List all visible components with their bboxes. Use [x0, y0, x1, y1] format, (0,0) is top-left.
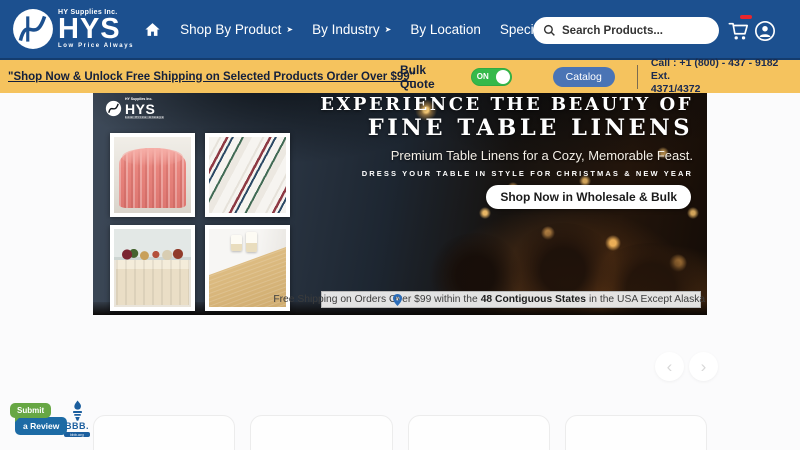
phone-number: Call : +1 (800) - 437 - 9182 Ext. 4371/4… [651, 57, 800, 96]
chevron-right-icon: ➤ [384, 24, 392, 34]
nav-label: By Industry [312, 21, 380, 37]
product-card-placeholder [564, 415, 707, 450]
search-bar[interactable] [533, 17, 719, 44]
hero-banner: HY Supplies Inc. HYS Low Price Always EX… [93, 93, 707, 315]
pink-tablecloth-image [119, 147, 186, 209]
bbb-torch-icon [72, 400, 82, 421]
search-icon [543, 24, 555, 36]
hero-copy: EXPERIENCE THE BEAUTY OF FINE TABLE LINE… [320, 94, 693, 178]
hero-title-line-2: FINE TABLE LINENS [367, 114, 693, 141]
cart-icon [728, 22, 749, 40]
hero-brand-slogan: Low Price Always [125, 114, 165, 119]
candle-image [230, 235, 242, 252]
hero-brand-logo-icon [105, 100, 122, 116]
header: HY Supplies Inc. HYS Low Price Always Sh… [0, 0, 800, 60]
toggle-knob [495, 69, 510, 84]
announcement-controls: Bulk Quote ON Catalog Call : +1 (800) - … [400, 57, 800, 96]
toggle-state-label: ON [476, 71, 489, 81]
hero-brand-text: HY Supplies Inc. HYS Low Price Always [125, 97, 165, 119]
brand-initials: HYS [58, 13, 121, 45]
product-card-placeholder [250, 415, 393, 450]
carousel-nav: ‹ › [655, 352, 718, 381]
announcement-bar: "Shop Now & Unlock Free Shipping on Sele… [0, 57, 800, 96]
search-input[interactable] [562, 24, 709, 37]
brand-logo[interactable]: HY Supplies Inc. HYS Low Price Always [12, 8, 134, 50]
product-card-placeholder [93, 415, 236, 450]
product-card-placeholder [407, 415, 550, 450]
bbb-accreditation-badge[interactable]: BBB. bbb.org [64, 400, 90, 437]
bbb-label: BBB. [65, 421, 89, 431]
nav-by-industry[interactable]: By Industry ➤ [312, 22, 391, 37]
chevron-right-icon: › [700, 357, 707, 376]
thumb-striped-napkins [205, 133, 290, 217]
carousel-prev-button[interactable]: ‹ [655, 352, 684, 381]
bulk-quote-label: Bulk Quote [400, 62, 435, 91]
napkin-rolls-image [209, 137, 286, 213]
account-icon [755, 21, 775, 41]
nav-shop-by-product[interactable]: Shop By Product ➤ [180, 22, 293, 37]
bbb-site-label: bbb.org [64, 432, 90, 437]
divider [636, 64, 638, 89]
nav-label: Shop By Product [180, 21, 282, 37]
hero-brand-logo: HY Supplies Inc. HYS Low Price Always [105, 97, 165, 119]
thumb-buffet-tablecloth [110, 225, 195, 311]
bulk-quote-toggle[interactable]: ON [470, 67, 512, 86]
nav-label: By Location [410, 21, 481, 37]
brand-slogan: Low Price Always [58, 43, 135, 49]
promo-link[interactable]: "Shop Now & Unlock Free Shipping on Sele… [8, 71, 415, 83]
account-button[interactable] [754, 20, 776, 47]
brand-logo-text: HY Supplies Inc. HYS Low Price Always [58, 9, 134, 49]
main-nav: Shop By Product ➤ By Industry ➤ By Locat… [144, 21, 584, 38]
hero-subtitle: Premium Table Linens for a Cozy, Memorab… [390, 147, 693, 163]
home-icon[interactable] [144, 21, 161, 38]
catalog-button[interactable]: Catalog [552, 66, 615, 87]
buffet-table-image [116, 260, 189, 305]
shipping-note-prefix: Free Shipping on Orders Over $99 within … [273, 294, 478, 305]
hero-occasion-tagline: DRESS YOUR TABLE IN STYLE FOR CHRISTMAS … [361, 168, 693, 178]
chevron-left-icon: ‹ [666, 357, 673, 376]
product-cards-row [93, 415, 707, 450]
header-icons [727, 15, 776, 47]
thumb-round-tablecloth [110, 133, 195, 217]
candle-image [245, 232, 257, 253]
buffet-items-image [118, 249, 187, 261]
cart-badge [740, 15, 752, 19]
shipping-note-suffix: in the USA Except Alaska & Hawaii [588, 294, 707, 305]
trust-badges: Submit a Review BBB. bbb.org [8, 400, 90, 448]
hero-title-line-1: EXPERIENCE THE BEAUTY OF [320, 94, 693, 115]
nav-by-location[interactable]: By Location [410, 22, 481, 37]
shop-wholesale-button[interactable]: Shop Now in Wholesale & Bulk [486, 185, 691, 209]
shipping-note-bold: 48 Contiguous States [480, 294, 586, 305]
chevron-right-icon: ➤ [286, 24, 294, 34]
phone-line-1: Call : +1 (800) - 437 - 9182 Ext. [650, 56, 779, 82]
cart-button[interactable] [727, 15, 752, 47]
homepage: HY Supplies Inc. HYS Low Price Always Sh… [0, 0, 800, 450]
submit-review-badge[interactable]: Submit [10, 403, 52, 422]
location-pin-icon [393, 294, 402, 306]
carousel-next-button[interactable]: › [689, 352, 718, 381]
shipping-note: Free Shipping on Orders Over $99 within … [273, 291, 707, 308]
brand-logo-icon [13, 9, 53, 49]
hero-brand-initials: HYS [125, 100, 156, 117]
